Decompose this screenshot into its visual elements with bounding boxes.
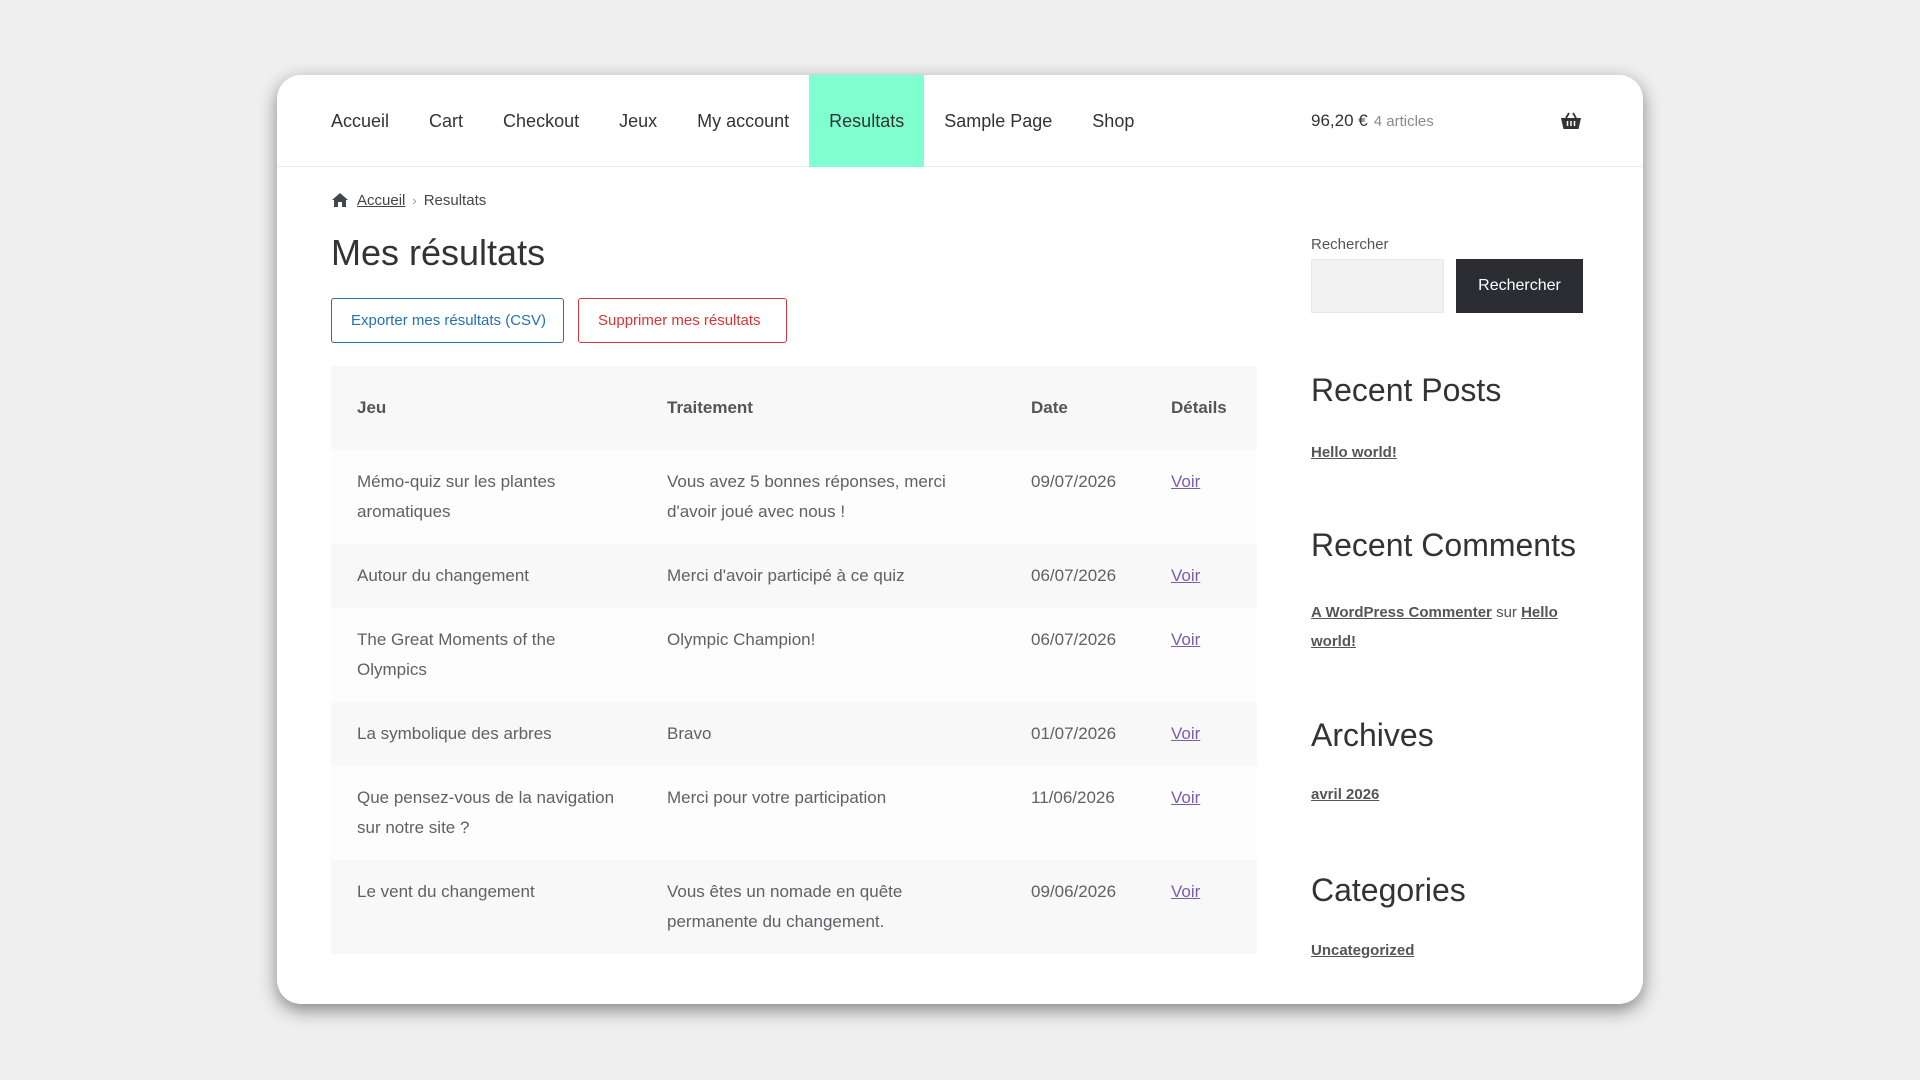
cell-jeu: La symbolique des arbres — [331, 702, 641, 766]
archive-link[interactable]: avril 2026 — [1311, 786, 1379, 803]
nav-item-sample-page[interactable]: Sample Page — [924, 75, 1072, 167]
cell-traitement: Bravo — [641, 702, 1005, 766]
table-row: Mémo-quiz sur les plantes aromatiques Vo… — [331, 450, 1257, 544]
nav-item-accueil[interactable]: Accueil — [331, 75, 409, 167]
category-link[interactable]: Uncategorized — [1311, 942, 1414, 959]
nav-item-resultats[interactable]: Resultats — [809, 75, 925, 167]
table-row: Que pensez-vous de la navigation sur not… — [331, 766, 1257, 860]
comment-author-link[interactable]: A WordPress Commenter — [1311, 604, 1492, 621]
cart-count: 4 articles — [1373, 113, 1434, 130]
cell-details: Voir — [1145, 544, 1257, 608]
column-header-date: Date — [1005, 366, 1145, 450]
search-input[interactable] — [1311, 259, 1444, 313]
nav-item-my-account[interactable]: My account — [677, 75, 809, 167]
chevron-right-icon: › — [412, 192, 417, 208]
cell-jeu: The Great Moments of the Olympics — [331, 608, 641, 702]
cell-date: 06/07/2026 — [1005, 608, 1145, 702]
cell-traitement: Vous avez 5 bonnes réponses, merci d'avo… — [641, 450, 1005, 544]
voir-link[interactable]: Voir — [1171, 724, 1200, 743]
cell-jeu: Mémo-quiz sur les plantes aromatiques — [331, 450, 641, 544]
nav-item-checkout[interactable]: Checkout — [483, 75, 599, 167]
cell-date: 06/07/2026 — [1005, 544, 1145, 608]
home-icon — [332, 193, 348, 207]
delete-results-button[interactable]: Supprimer mes résultats — [578, 298, 787, 343]
cell-jeu: Autour du changement — [331, 544, 641, 608]
primary-nav: Accueil Cart Checkout Jeux My account Re… — [331, 75, 1154, 167]
cell-traitement: Vous êtes un nomade en quête permanente … — [641, 860, 1005, 954]
recent-comments-title: Recent Comments — [1311, 527, 1576, 563]
voir-link[interactable]: Voir — [1171, 630, 1200, 649]
cell-date: 09/07/2026 — [1005, 450, 1145, 544]
voir-link[interactable]: Voir — [1171, 788, 1200, 807]
cell-details: Voir — [1145, 860, 1257, 954]
categories-title: Categories — [1311, 872, 1466, 908]
archives-title: Archives — [1311, 717, 1434, 753]
recent-posts-title: Recent Posts — [1311, 372, 1502, 408]
voir-link[interactable]: Voir — [1171, 472, 1200, 491]
site-header: Accueil Cart Checkout Jeux My account Re… — [277, 75, 1643, 167]
cart-amount: 96,20 € — [1311, 111, 1368, 130]
nav-item-jeux[interactable]: Jeux — [599, 75, 677, 167]
comment-connector: sur — [1496, 604, 1517, 621]
cell-details: Voir — [1145, 450, 1257, 544]
breadcrumb: Accueil › Resultats — [331, 190, 486, 210]
cell-traitement: Olympic Champion! — [641, 608, 1005, 702]
table-row: Autour du changement Merci d'avoir parti… — [331, 544, 1257, 608]
table-header-row: Jeu Traitement Date Détails — [331, 366, 1257, 450]
cell-details: Voir — [1145, 702, 1257, 766]
results-table: Jeu Traitement Date Détails Mémo-quiz su… — [331, 366, 1257, 954]
column-header-details: Détails — [1145, 366, 1257, 450]
browser-page: Accueil Cart Checkout Jeux My account Re… — [277, 75, 1643, 1004]
cell-date: 01/07/2026 — [1005, 702, 1145, 766]
table-row: Le vent du changement Vous êtes un nomad… — [331, 860, 1257, 954]
recent-post-link[interactable]: Hello world! — [1311, 444, 1397, 461]
cell-traitement: Merci d'avoir participé à ce quiz — [641, 544, 1005, 608]
voir-link[interactable]: Voir — [1171, 882, 1200, 901]
nav-item-cart[interactable]: Cart — [409, 75, 483, 167]
nav-item-shop[interactable]: Shop — [1072, 75, 1154, 167]
search-button[interactable]: Rechercher — [1456, 259, 1583, 313]
column-header-traitement: Traitement — [641, 366, 1005, 450]
page-title: Mes résultats — [331, 232, 546, 273]
export-csv-button[interactable]: Exporter mes résultats (CSV) — [331, 298, 564, 343]
cell-jeu: Le vent du changement — [331, 860, 641, 954]
column-header-jeu: Jeu — [331, 366, 641, 450]
cell-details: Voir — [1145, 766, 1257, 860]
cell-jeu: Que pensez-vous de la navigation sur not… — [331, 766, 641, 860]
voir-link[interactable]: Voir — [1171, 566, 1200, 585]
cart-summary[interactable]: 96,20 € 4 articles — [1311, 75, 1434, 167]
basket-icon[interactable] — [1560, 112, 1582, 130]
breadcrumb-current: Resultats — [423, 191, 487, 209]
cell-details: Voir — [1145, 608, 1257, 702]
breadcrumb-home-link[interactable]: Accueil — [357, 192, 405, 209]
table-row: The Great Moments of the Olympics Olympi… — [331, 608, 1257, 702]
cell-date: 11/06/2026 — [1005, 766, 1145, 860]
recent-comment: A WordPress Commenter sur Hello world! — [1311, 598, 1583, 656]
search-label: Rechercher — [1311, 236, 1389, 253]
cell-date: 09/06/2026 — [1005, 860, 1145, 954]
cell-traitement: Merci pour votre participation — [641, 766, 1005, 860]
table-row: La symbolique des arbres Bravo 01/07/202… — [331, 702, 1257, 766]
